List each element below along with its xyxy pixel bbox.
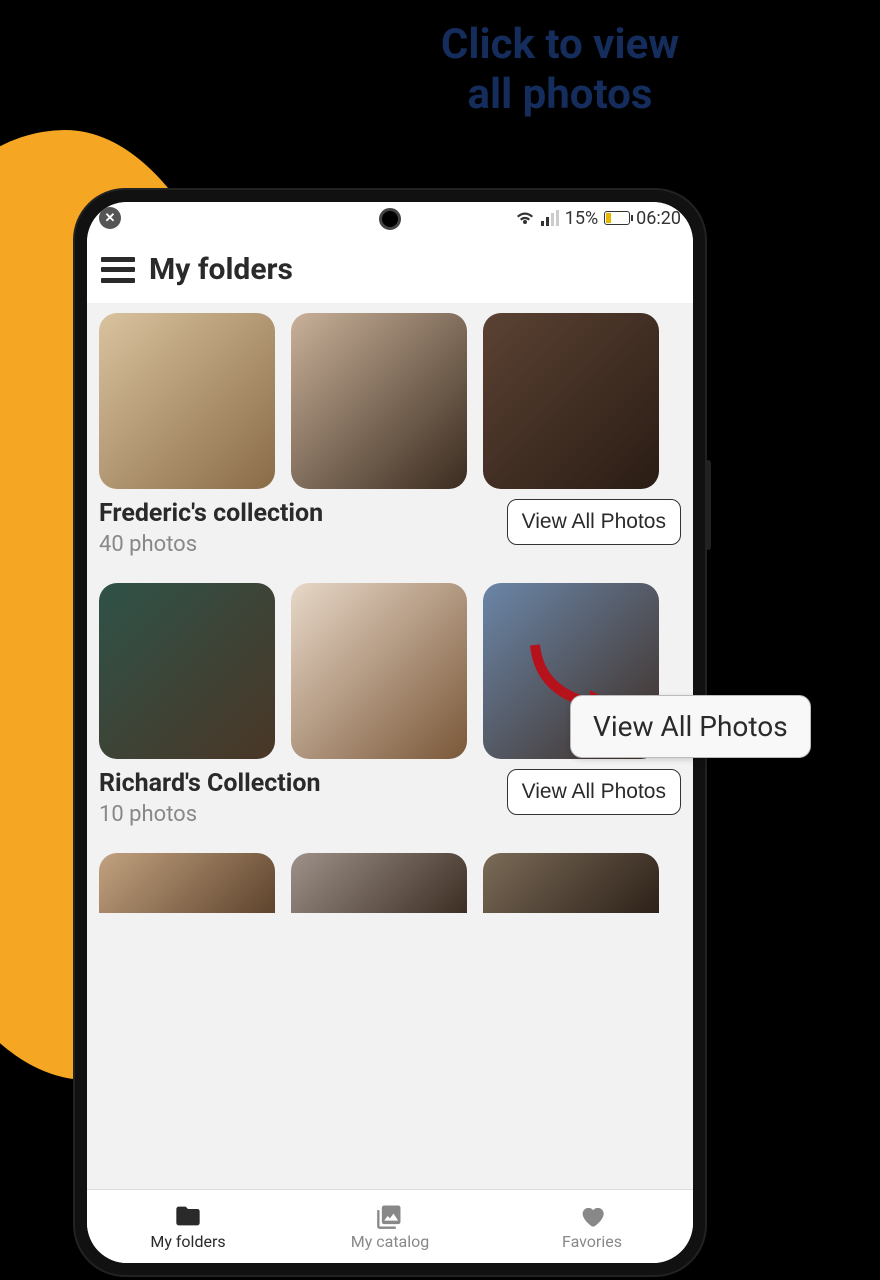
view-all-photos-button[interactable]: View All Photos <box>507 499 681 545</box>
folder-item <box>99 853 681 913</box>
view-all-photos-button[interactable]: View All Photos <box>507 769 681 815</box>
photo-thumbnail[interactable] <box>99 583 275 759</box>
bottom-nav: My folders My catalog Favories <box>87 1189 693 1263</box>
status-bar: ✕ 15% 06:20 <box>87 202 693 234</box>
photo-thumbnail[interactable] <box>99 313 275 489</box>
folder-title: Frederic's collection <box>99 499 323 528</box>
folder-photo-count: 10 photos <box>99 802 320 827</box>
folder-icon <box>174 1202 202 1230</box>
nav-my-catalog[interactable]: My catalog <box>289 1190 491 1263</box>
heart-icon <box>578 1202 606 1230</box>
photo-thumbnail[interactable] <box>291 313 467 489</box>
nav-favorites[interactable]: Favories <box>491 1190 693 1263</box>
status-app-icon: ✕ <box>99 207 121 229</box>
signal-icon <box>541 210 559 226</box>
photo-thumbnail[interactable] <box>483 853 659 913</box>
folder-title: Richard's Collection <box>99 769 320 798</box>
nav-label: Favories <box>562 1232 622 1251</box>
wifi-icon <box>515 210 535 226</box>
nav-my-folders[interactable]: My folders <box>87 1190 289 1263</box>
image-icon <box>376 1202 404 1230</box>
nav-label: My folders <box>150 1232 225 1251</box>
camera-notch <box>379 208 401 230</box>
folder-photo-count: 40 photos <box>99 532 323 557</box>
callout-button[interactable]: View All Photos <box>570 695 811 758</box>
promo-line-1: Click to view <box>441 20 679 69</box>
photo-thumbnail[interactable] <box>99 853 275 913</box>
hamburger-menu-icon[interactable] <box>101 257 135 283</box>
photo-thumbnail[interactable] <box>291 583 467 759</box>
page-title: My folders <box>149 252 293 287</box>
photo-thumbnail[interactable] <box>483 313 659 489</box>
status-time: 06:20 <box>636 208 681 229</box>
battery-percent: 15% <box>565 208 598 229</box>
battery-icon <box>604 211 630 225</box>
promo-heading: Click to view all photos <box>0 20 880 121</box>
nav-label: My catalog <box>351 1232 430 1251</box>
phone-side-button <box>705 460 711 550</box>
folder-item: Frederic's collection 40 photos View All… <box>99 313 681 557</box>
promo-line-2: all photos <box>468 70 653 119</box>
photo-thumbnail[interactable] <box>291 853 467 913</box>
app-header: My folders <box>87 234 693 303</box>
